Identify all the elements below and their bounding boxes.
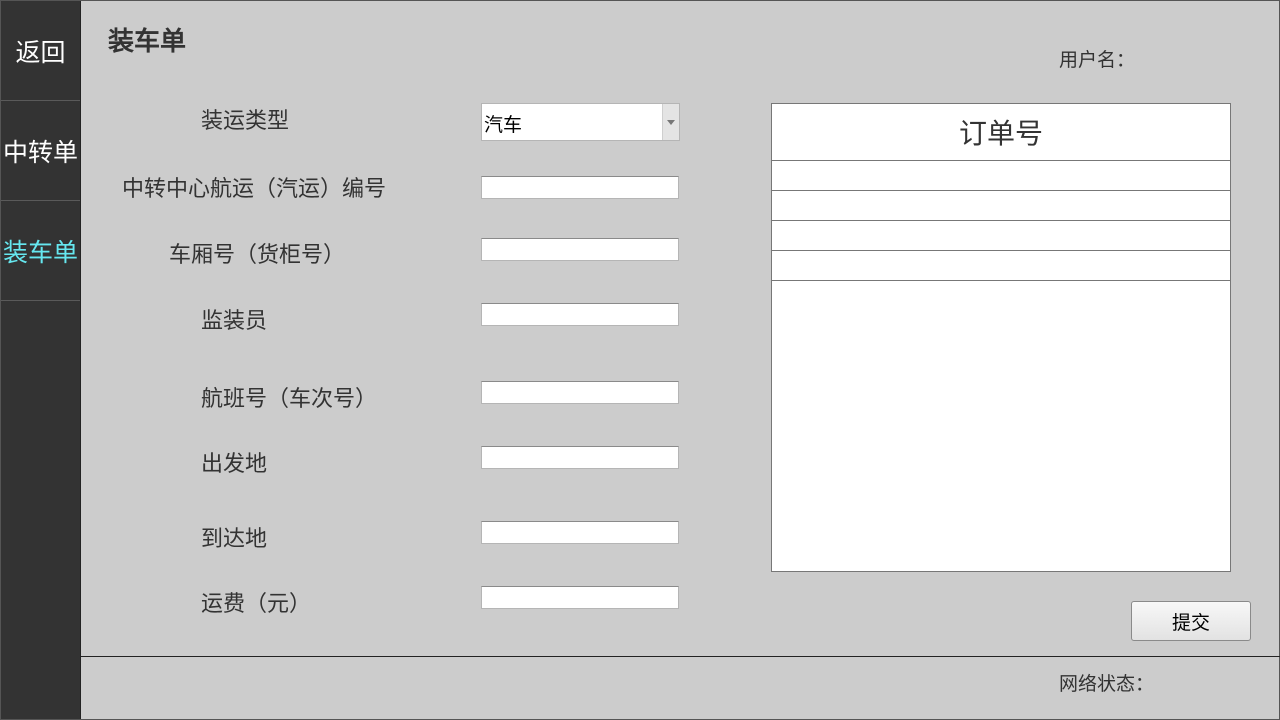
- transfer-center-no-label: 中转中心航运（汽运）编号: [122, 177, 387, 202]
- carriage-no-input[interactable]: [481, 238, 679, 261]
- flight-no-label: 航班号（车次号）: [201, 387, 378, 412]
- destination-input[interactable]: [481, 521, 679, 544]
- order-number-table: 订单号: [771, 103, 1231, 572]
- freight-label: 运费（元）: [201, 592, 312, 617]
- origin-label: 出发地: [201, 452, 268, 477]
- app-window: 返回 中转单 装车单 装车单 用户名： 装运类型 中转中心航运（汽运）编号 车厢…: [0, 0, 1280, 720]
- freight-input[interactable]: [481, 586, 679, 609]
- transfer-center-no-input[interactable]: [481, 176, 679, 199]
- supervisor-input[interactable]: [481, 303, 679, 326]
- submit-button[interactable]: 提交: [1131, 601, 1251, 641]
- destination-label: 到达地: [201, 527, 268, 552]
- order-number-header: 订单号: [772, 104, 1230, 161]
- supervisor-label: 监装员: [201, 309, 268, 334]
- page-title: 装车单: [108, 27, 187, 57]
- nav-transfer-order[interactable]: 中转单: [1, 101, 80, 201]
- origin-input[interactable]: [481, 446, 679, 469]
- flight-no-input[interactable]: [481, 381, 679, 404]
- footer-divider: [81, 656, 1280, 657]
- table-row[interactable]: [772, 251, 1230, 281]
- sidebar: 返回 中转单 装车单: [1, 1, 81, 719]
- nav-back[interactable]: 返回: [1, 1, 80, 101]
- shipping-type-select[interactable]: 汽车: [481, 103, 680, 141]
- carriage-no-label: 车厢号（货柜号）: [169, 243, 346, 268]
- chevron-down-icon: [667, 119, 675, 125]
- username-label: 用户名：: [1059, 49, 1136, 71]
- table-row[interactable]: [772, 221, 1230, 251]
- nav-loading-order[interactable]: 装车单: [1, 201, 80, 301]
- dropdown-button[interactable]: [662, 104, 679, 140]
- shipping-type-label: 装运类型: [201, 109, 290, 134]
- shipping-type-value: 汽车: [484, 114, 523, 136]
- table-row[interactable]: [772, 161, 1230, 191]
- network-status-label: 网络状态：: [1059, 673, 1155, 695]
- table-row[interactable]: [772, 191, 1230, 221]
